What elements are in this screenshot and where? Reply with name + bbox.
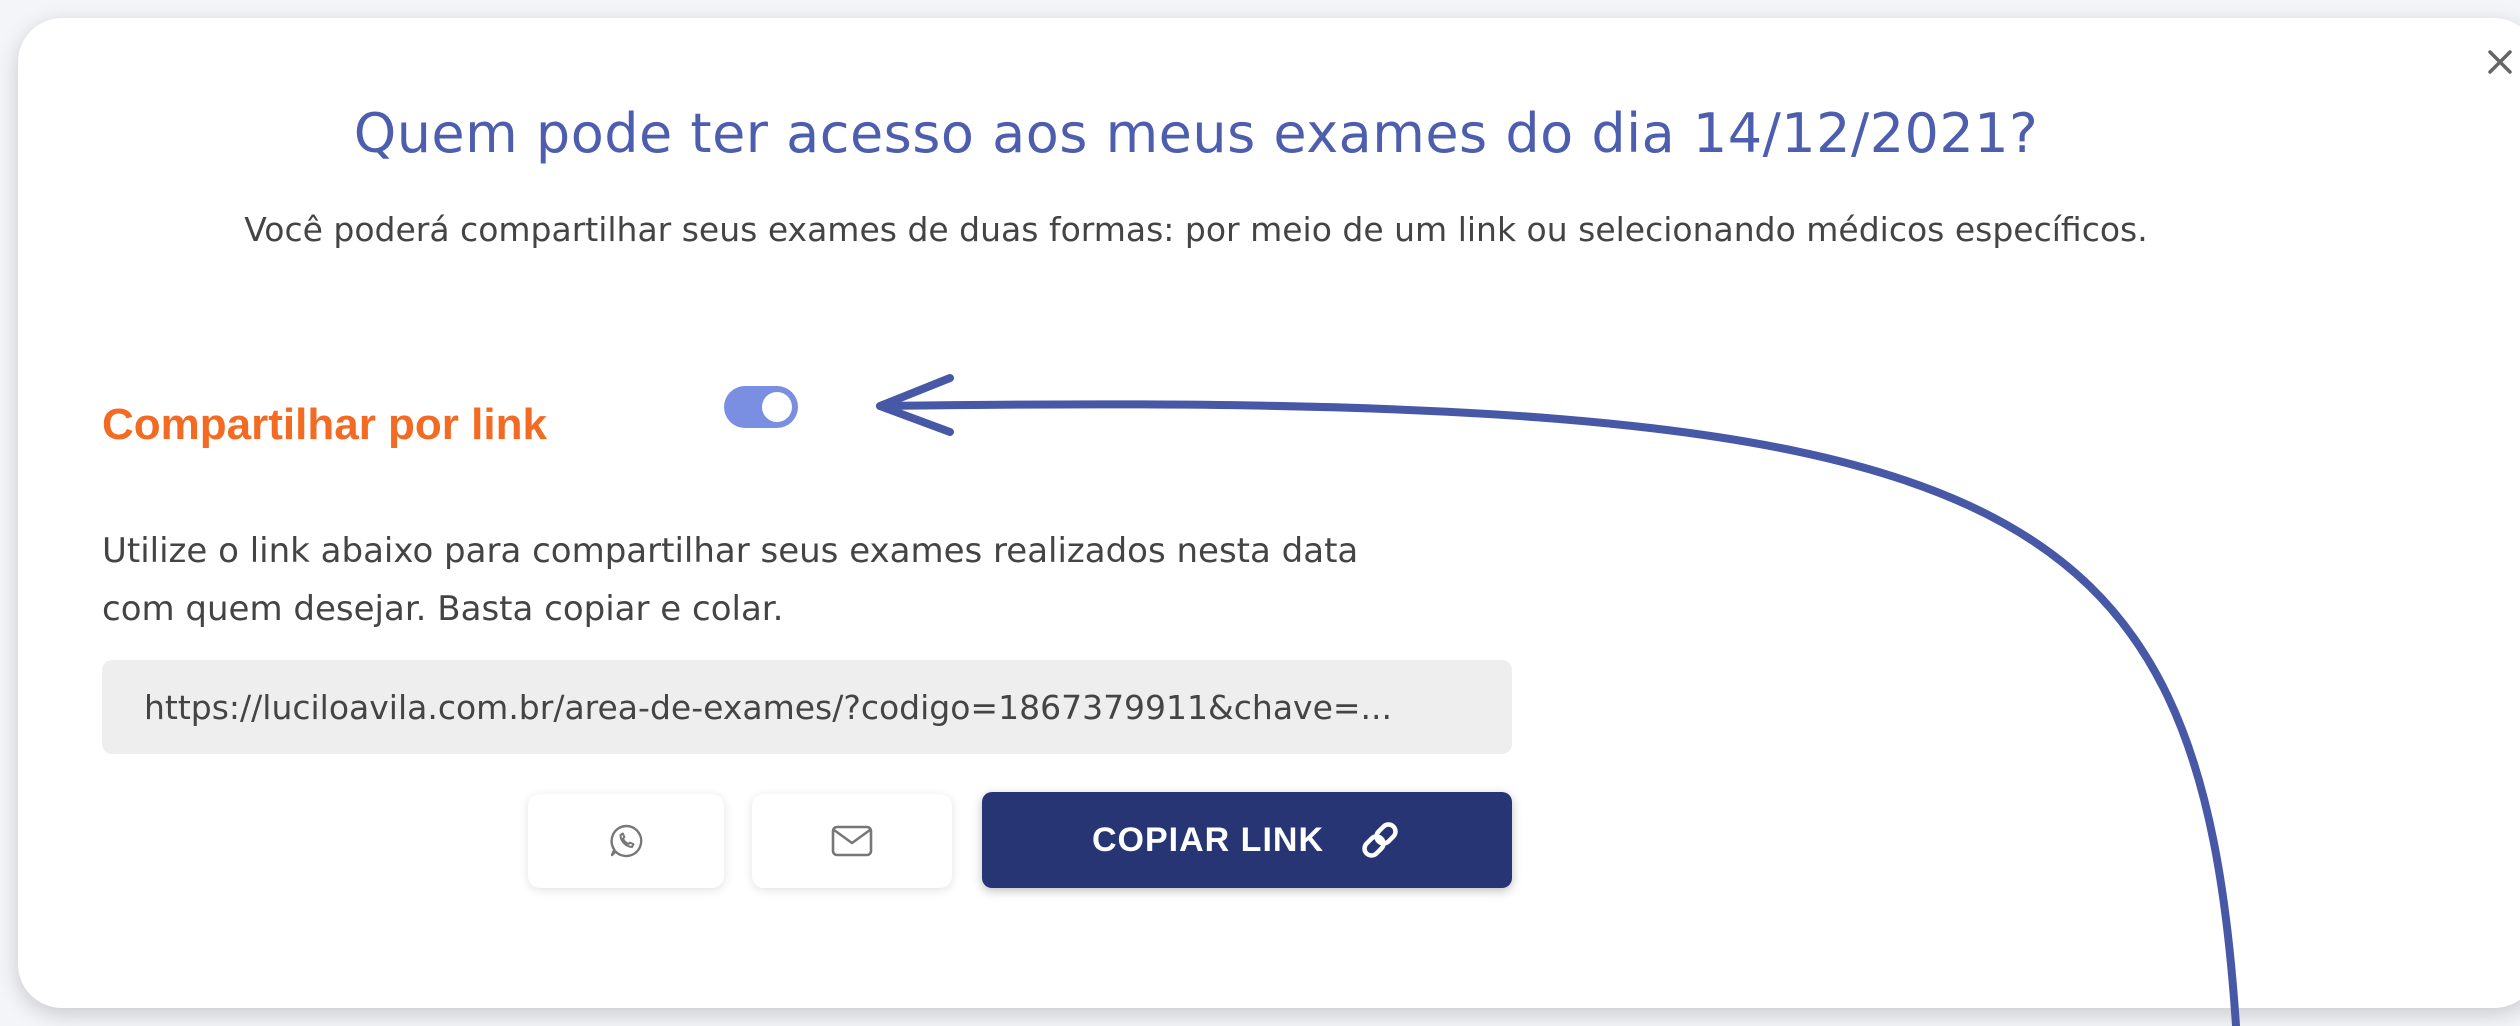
whatsapp-icon [610, 824, 643, 858]
close-button[interactable] [2478, 40, 2520, 84]
share-link-field[interactable] [102, 660, 1512, 754]
close-icon [2488, 50, 2512, 74]
copy-link-label: COPIAR LINK [1092, 820, 1324, 859]
share-by-link-title: Compartilhar por link [102, 400, 547, 449]
modal-title: Quem pode ter acesso aos meus exames do … [353, 102, 2039, 165]
link-icon [1358, 818, 1402, 862]
toggle-knob [762, 392, 792, 422]
modal-subtitle: Você poderá compartilhar seus exames de … [244, 210, 2148, 249]
description-line-1: Utilize o link abaixo para compartilhar … [102, 531, 1359, 571]
share-by-link-toggle[interactable] [724, 386, 798, 428]
whatsapp-share-button[interactable] [528, 794, 724, 888]
mail-icon [831, 825, 873, 857]
copy-link-button[interactable]: COPIAR LINK [982, 792, 1512, 888]
email-share-button[interactable] [752, 794, 952, 888]
share-exams-modal: Quem pode ter acesso aos meus exames do … [18, 18, 2520, 1008]
share-link-description: Utilize o link abaixo para compartilhar … [102, 522, 1502, 638]
description-line-2: com quem desejar. Basta copiar e colar. [102, 589, 784, 629]
